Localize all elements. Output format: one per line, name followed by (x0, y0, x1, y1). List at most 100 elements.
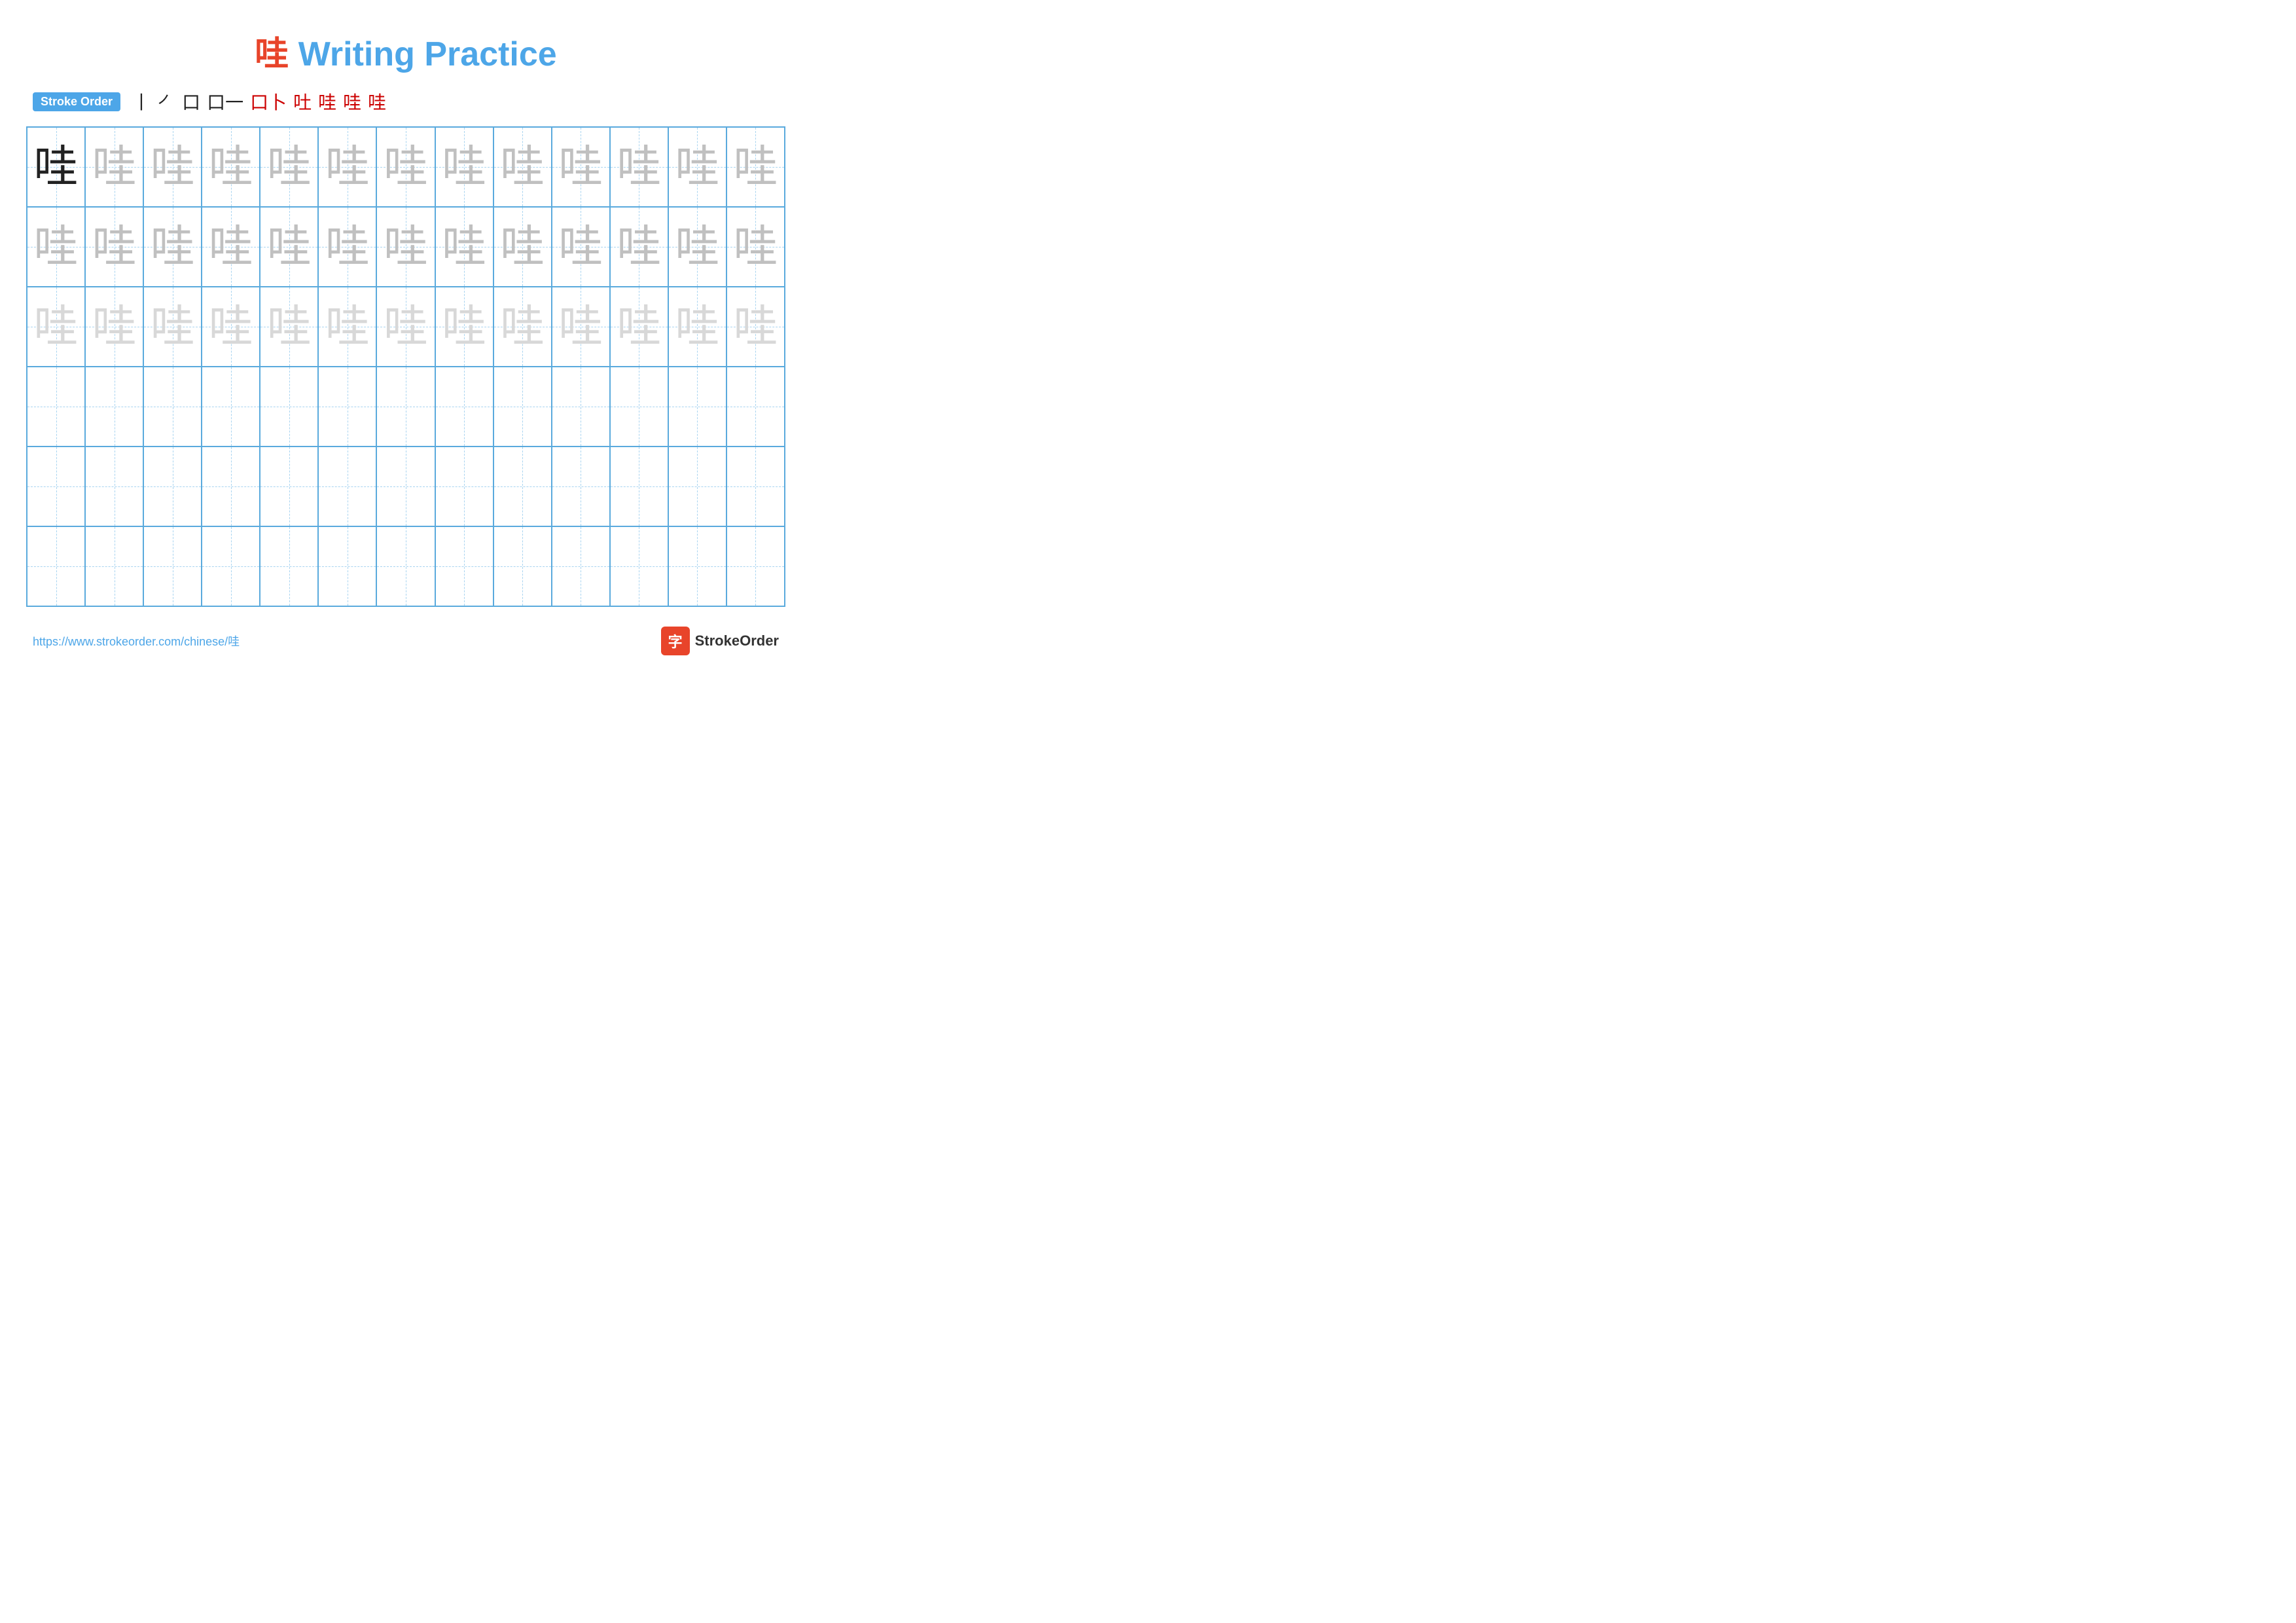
grid-cell-empty[interactable] (377, 367, 435, 446)
char-light: 哇 (442, 145, 486, 189)
grid-cell-empty[interactable] (669, 367, 727, 446)
grid-cell: 哇 (27, 208, 86, 286)
char-light: 哇 (617, 145, 661, 189)
grid-cell: 哇 (669, 208, 727, 286)
grid-cell-empty[interactable] (436, 527, 494, 606)
grid-cell-empty[interactable] (377, 527, 435, 606)
char-light: 哇 (92, 145, 137, 189)
footer-logo: 字 (661, 627, 690, 655)
char-very-light: 哇 (617, 304, 661, 349)
grid-cell: 哇 (319, 208, 377, 286)
grid-cell-empty[interactable] (669, 527, 727, 606)
practice-grid: 哇 哇 哇 哇 哇 哇 哇 哇 哇 哇 哇 哇 哇 哇 哇 哇 哇 哇 哇 哇 … (26, 126, 785, 607)
grid-cell-empty[interactable] (377, 447, 435, 526)
grid-cell-empty[interactable] (86, 367, 144, 446)
grid-cell-empty[interactable] (319, 527, 377, 606)
char-very-light: 哇 (675, 304, 719, 349)
grid-cell-empty[interactable] (144, 367, 202, 446)
grid-cell: 哇 (436, 287, 494, 366)
char-very-light: 哇 (442, 304, 486, 349)
char-light: 哇 (384, 145, 428, 189)
grid-cell-empty[interactable] (552, 527, 611, 606)
grid-cell: 哇 (202, 128, 260, 206)
grid-cell: 哇 (377, 128, 435, 206)
char-light: 哇 (267, 145, 312, 189)
stroke-order-row: Stroke Order 丨 ㇒ 口 口一 口卜 吐 哇 哇 哇 (33, 88, 785, 115)
grid-row-2: 哇 哇 哇 哇 哇 哇 哇 哇 哇 哇 哇 哇 哇 (27, 208, 784, 287)
grid-cell-empty[interactable] (86, 527, 144, 606)
grid-cell-empty[interactable] (260, 447, 319, 526)
grid-cell-empty[interactable] (27, 447, 86, 526)
grid-cell-empty[interactable] (144, 447, 202, 526)
grid-cell: 哇 (727, 128, 784, 206)
grid-cell-empty[interactable] (319, 367, 377, 446)
char-light: 哇 (617, 225, 661, 269)
grid-cell: 哇 (260, 208, 319, 286)
title-rest: Writing Practice (289, 35, 556, 73)
char-light: 哇 (675, 225, 719, 269)
char-light: 哇 (34, 225, 79, 269)
stroke-step-4: 口一 (207, 88, 243, 115)
grid-cell-empty[interactable] (27, 367, 86, 446)
grid-cell: 哇 (27, 128, 86, 206)
grid-cell-empty[interactable] (202, 447, 260, 526)
stroke-step-5: 口卜 (250, 88, 287, 115)
grid-cell-empty[interactable] (611, 527, 669, 606)
grid-cell-empty[interactable] (27, 527, 86, 606)
grid-cell: 哇 (436, 128, 494, 206)
char-light: 哇 (675, 145, 719, 189)
grid-cell-empty[interactable] (86, 447, 144, 526)
stroke-sequence: 丨 ㇒ 口 口一 口卜 吐 哇 哇 哇 (132, 88, 386, 115)
footer-brand-name: StrokeOrder (695, 632, 779, 649)
char-light: 哇 (558, 145, 603, 189)
stroke-step-6: 吐 (293, 88, 312, 115)
grid-cell-empty[interactable] (669, 447, 727, 526)
grid-cell-empty[interactable] (494, 367, 552, 446)
char-very-light: 哇 (151, 304, 195, 349)
grid-cell: 哇 (727, 208, 784, 286)
grid-cell: 哇 (319, 128, 377, 206)
grid-cell-empty[interactable] (260, 367, 319, 446)
grid-cell: 哇 (669, 287, 727, 366)
grid-cell-empty[interactable] (144, 527, 202, 606)
char-very-light: 哇 (209, 304, 253, 349)
footer-brand: 字 StrokeOrder (661, 627, 779, 655)
char-light: 哇 (151, 145, 195, 189)
grid-cell: 哇 (494, 128, 552, 206)
grid-cell: 哇 (144, 208, 202, 286)
grid-cell-empty[interactable] (494, 447, 552, 526)
grid-cell: 哇 (669, 128, 727, 206)
grid-cell-empty[interactable] (552, 447, 611, 526)
grid-row-4 (27, 367, 784, 447)
grid-row-6 (27, 527, 784, 606)
char-light: 哇 (733, 225, 778, 269)
grid-cell-empty[interactable] (436, 447, 494, 526)
grid-cell-empty[interactable] (202, 367, 260, 446)
stroke-step-9: 哇 (368, 88, 386, 115)
char-light: 哇 (442, 225, 486, 269)
char-light: 哇 (325, 225, 370, 269)
grid-cell-empty[interactable] (202, 527, 260, 606)
grid-cell: 哇 (552, 287, 611, 366)
grid-cell-empty[interactable] (727, 527, 784, 606)
grid-cell-empty[interactable] (552, 367, 611, 446)
stroke-order-badge: Stroke Order (33, 92, 120, 111)
grid-cell-empty[interactable] (260, 527, 319, 606)
grid-row-5 (27, 447, 784, 527)
char-very-light: 哇 (267, 304, 312, 349)
title-char: 哇 (255, 35, 289, 73)
char-very-light: 哇 (34, 304, 79, 349)
grid-cell-empty[interactable] (727, 367, 784, 446)
grid-cell-empty[interactable] (727, 447, 784, 526)
char-light: 哇 (209, 145, 253, 189)
char-light: 哇 (500, 225, 545, 269)
grid-cell-empty[interactable] (319, 447, 377, 526)
footer-url[interactable]: https://www.strokeorder.com/chinese/哇 (33, 632, 240, 649)
stroke-step-8: 哇 (343, 88, 361, 115)
grid-cell-empty[interactable] (611, 367, 669, 446)
grid-cell-empty[interactable] (494, 527, 552, 606)
grid-cell-empty[interactable] (436, 367, 494, 446)
char-light: 哇 (325, 145, 370, 189)
char-very-light: 哇 (500, 304, 545, 349)
grid-cell-empty[interactable] (611, 447, 669, 526)
